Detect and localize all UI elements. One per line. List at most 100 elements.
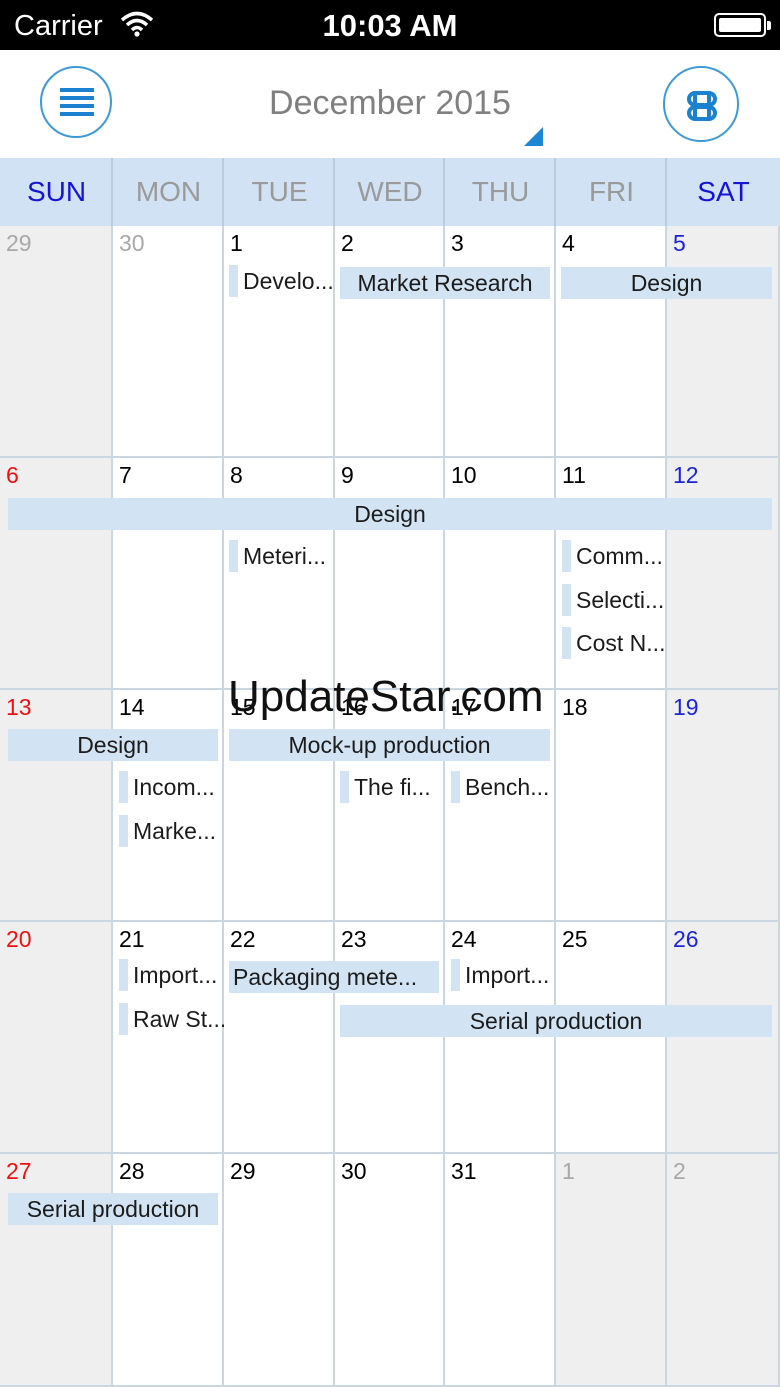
weekday-sun: SUN [26, 176, 87, 207]
day-cell[interactable]: 14 [113, 690, 224, 922]
calendar-event[interactable]: The fi... [340, 770, 444, 804]
day-cell[interactable]: 3 [445, 226, 556, 458]
day-number: 29 [230, 1158, 256, 1184]
calendar-event[interactable]: Import... [119, 958, 224, 992]
calendar-event[interactable]: Packaging mete... [229, 961, 439, 993]
calendar-event[interactable]: Mock-up production [229, 729, 550, 761]
calendar-event[interactable]: Incom... [119, 770, 224, 804]
divider [333, 158, 335, 226]
day-cell[interactable]: 18 [556, 690, 667, 922]
calendar-event[interactable]: Meteri... [229, 539, 335, 573]
day-cell[interactable]: 9 [335, 458, 445, 690]
day-cell[interactable]: 24 [445, 922, 556, 1154]
day-cell[interactable]: 2 [667, 1154, 780, 1387]
calendar-event[interactable]: Design [8, 729, 218, 761]
day-number: 18 [562, 694, 588, 720]
day-cell[interactable]: 29 [224, 1154, 335, 1387]
calendar-event[interactable]: Selecti... [562, 583, 667, 617]
divider [111, 158, 113, 226]
calendar-event[interactable]: Comm... [562, 539, 667, 573]
calendar-event[interactable]: Cost N... [562, 626, 667, 660]
day-number: 19 [673, 694, 699, 720]
weekday-thu: THU [471, 176, 530, 207]
day-number: 1 [230, 230, 243, 256]
day-number: 11 [562, 462, 586, 488]
day-number: 10 [451, 462, 477, 488]
calendar-event[interactable]: Serial production [340, 1005, 772, 1037]
day-cell[interactable]: 8 [224, 458, 335, 690]
view-switch-button[interactable] [663, 66, 739, 142]
day-number: 14 [119, 694, 145, 720]
day-cell[interactable]: 25 [556, 922, 667, 1154]
calendar-event[interactable]: Develo... [229, 264, 335, 298]
day-number: 4 [562, 230, 575, 256]
day-number: 27 [6, 1158, 32, 1184]
day-number: 12 [673, 462, 699, 488]
day-cell[interactable]: 5 [667, 226, 780, 458]
day-cell[interactable]: 12 [667, 458, 780, 690]
calendar-event[interactable]: Market Research [340, 267, 550, 299]
day-cell[interactable]: 29 [0, 226, 113, 458]
day-cell[interactable]: 16 [335, 690, 445, 922]
day-cell[interactable]: 7 [113, 458, 224, 690]
watermark: UpdateStar.com [228, 672, 544, 721]
day-cell[interactable]: 4 [556, 226, 667, 458]
day-cell[interactable]: 19 [667, 690, 780, 922]
day-number: 24 [451, 926, 477, 952]
day-number: 23 [341, 926, 367, 952]
day-cell[interactable]: 27 [0, 1154, 113, 1387]
day-number: 20 [6, 926, 32, 952]
calendar-event[interactable]: Marke... [119, 814, 224, 848]
day-cell[interactable]: 28 [113, 1154, 224, 1387]
weekday-mon: MON [135, 176, 202, 207]
divider [554, 158, 556, 226]
day-number: 1 [562, 1158, 575, 1184]
day-cell[interactable]: 1 [556, 1154, 667, 1387]
day-cell[interactable]: 10 [445, 458, 556, 690]
weekday-tue: TUE [251, 176, 308, 207]
day-cell[interactable]: 21 [113, 922, 224, 1154]
calendar-event[interactable]: Raw St... [119, 1002, 224, 1036]
day-number: 31 [451, 1158, 477, 1184]
weekday-wed: WED [357, 176, 423, 207]
day-cell[interactable]: 26 [667, 922, 780, 1154]
day-cell[interactable]: 30 [335, 1154, 445, 1387]
day-number: 30 [119, 230, 145, 256]
day-number: 25 [562, 926, 588, 952]
calendar-event[interactable]: Bench... [451, 770, 556, 804]
day-cell[interactable]: 15 [224, 690, 335, 922]
day-number: 29 [6, 230, 32, 256]
day-number: 3 [451, 230, 464, 256]
calendar-event[interactable]: Design [8, 498, 772, 530]
day-number: 30 [341, 1158, 367, 1184]
month-picker-indicator[interactable] [524, 127, 543, 146]
day-number: 8 [230, 462, 243, 488]
calendar-event[interactable]: Import... [451, 958, 556, 992]
day-cell[interactable]: 2 [335, 226, 445, 458]
day-cell[interactable]: 30 [113, 226, 224, 458]
day-number: 26 [673, 926, 699, 952]
calendar-event[interactable]: Design [561, 267, 772, 299]
day-cell[interactable]: 1 [224, 226, 335, 458]
day-cell[interactable]: 6 [0, 458, 113, 690]
day-number: 9 [341, 462, 354, 488]
day-number: 28 [119, 1158, 145, 1184]
command-icon [687, 91, 717, 121]
month-grid: 29 30 1 2 3 4 5 6 7 8 9 10 11 12 13 14 1… [0, 226, 780, 1387]
divider [222, 158, 224, 226]
day-cell[interactable]: 22 [224, 922, 335, 1154]
clock: 10:03 AM [322, 8, 458, 43]
day-cell[interactable]: 23 [335, 922, 445, 1154]
calendar-event[interactable]: Serial production [8, 1193, 218, 1225]
day-cell[interactable]: 13 [0, 690, 113, 922]
day-number: 5 [673, 230, 686, 256]
calendar-header: December 2015 [0, 50, 780, 158]
day-cell[interactable]: 17 [445, 690, 556, 922]
day-number: 7 [119, 462, 132, 488]
day-cell[interactable]: 31 [445, 1154, 556, 1387]
day-cell[interactable]: 20 [0, 922, 113, 1154]
status-bar: Carrier 10:03 AM [0, 0, 780, 50]
day-number: 22 [230, 926, 256, 952]
weekday-header: SUN MON TUE WED THU FRI SAT [0, 158, 780, 226]
divider [443, 158, 445, 226]
